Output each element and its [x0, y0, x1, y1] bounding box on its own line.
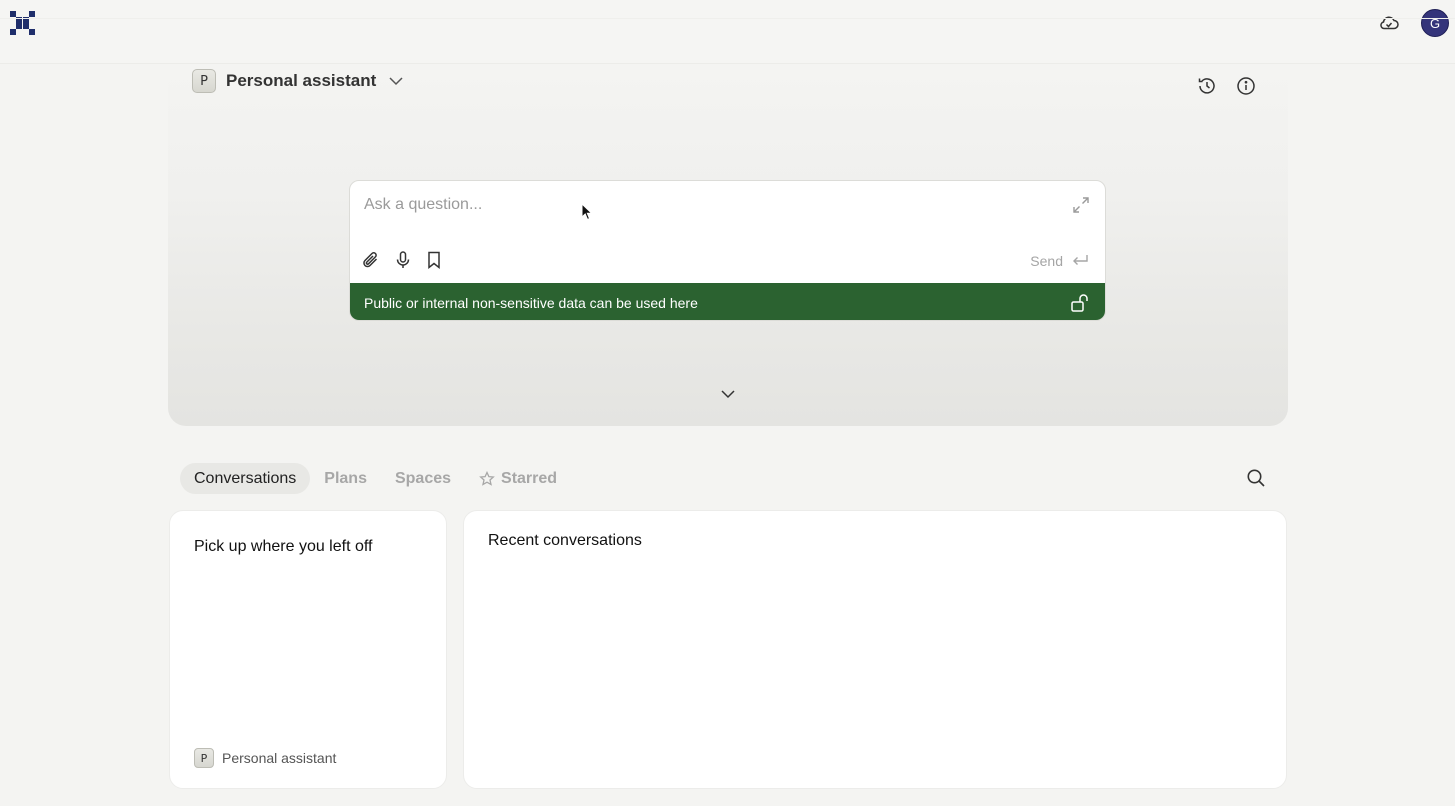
assistant-badge: P	[192, 69, 216, 93]
resume-assistant-link[interactable]: P Personal assistant	[194, 748, 336, 768]
send-button[interactable]: Send	[1030, 251, 1089, 271]
history-icon[interactable]	[1196, 75, 1218, 97]
search-icon[interactable]	[1245, 467, 1267, 489]
logo-icon[interactable]	[10, 11, 35, 35]
tab-starred[interactable]: Starred	[465, 463, 571, 494]
unlock-icon[interactable]	[1069, 292, 1091, 314]
recent-conversations-title: Recent conversations	[488, 532, 642, 549]
assistant-selector[interactable]: P Personal assistant	[192, 68, 404, 94]
info-icon[interactable]	[1235, 75, 1257, 97]
paperclip-icon[interactable]	[360, 249, 382, 271]
tab-spaces[interactable]: Spaces	[381, 463, 465, 494]
top-bar: G	[0, 0, 1455, 64]
notice-text: Public or internal non-sensitive data ca…	[364, 294, 698, 311]
cloud-icon[interactable]	[1378, 12, 1400, 34]
recent-conversations-card: Recent conversations	[463, 510, 1287, 789]
content-tabs: Conversations Plans Spaces Starred	[180, 463, 571, 494]
send-label: Send	[1030, 253, 1063, 269]
user-avatar[interactable]: G	[1421, 9, 1449, 37]
question-input[interactable]	[364, 193, 1044, 217]
assistant-badge: P	[194, 748, 214, 768]
chevron-down-icon[interactable]	[718, 386, 738, 402]
tab-conversations[interactable]: Conversations	[180, 463, 311, 494]
resume-assistant-name: Personal assistant	[222, 750, 337, 766]
assistant-panel: P Personal assistant Ask a question... S…	[168, 64, 1288, 426]
enter-icon	[1071, 254, 1089, 268]
resume-card: Pick up where you left off P Personal as…	[169, 510, 447, 789]
chevron-down-icon	[388, 76, 404, 86]
resume-card-title: Pick up where you left off	[194, 538, 373, 555]
microphone-icon[interactable]	[392, 249, 414, 271]
question-composer: Send Public or internal non-sensitive da…	[349, 180, 1106, 321]
data-sensitivity-notice: Public or internal non-sensitive data ca…	[350, 283, 1105, 320]
star-icon	[479, 470, 495, 487]
tab-plans[interactable]: Plans	[310, 463, 381, 494]
bookmark-icon[interactable]	[423, 249, 445, 271]
tab-starred-label: Starred	[501, 469, 558, 487]
expand-icon[interactable]	[1071, 195, 1091, 215]
assistant-name: Personal assistant	[226, 71, 377, 90]
